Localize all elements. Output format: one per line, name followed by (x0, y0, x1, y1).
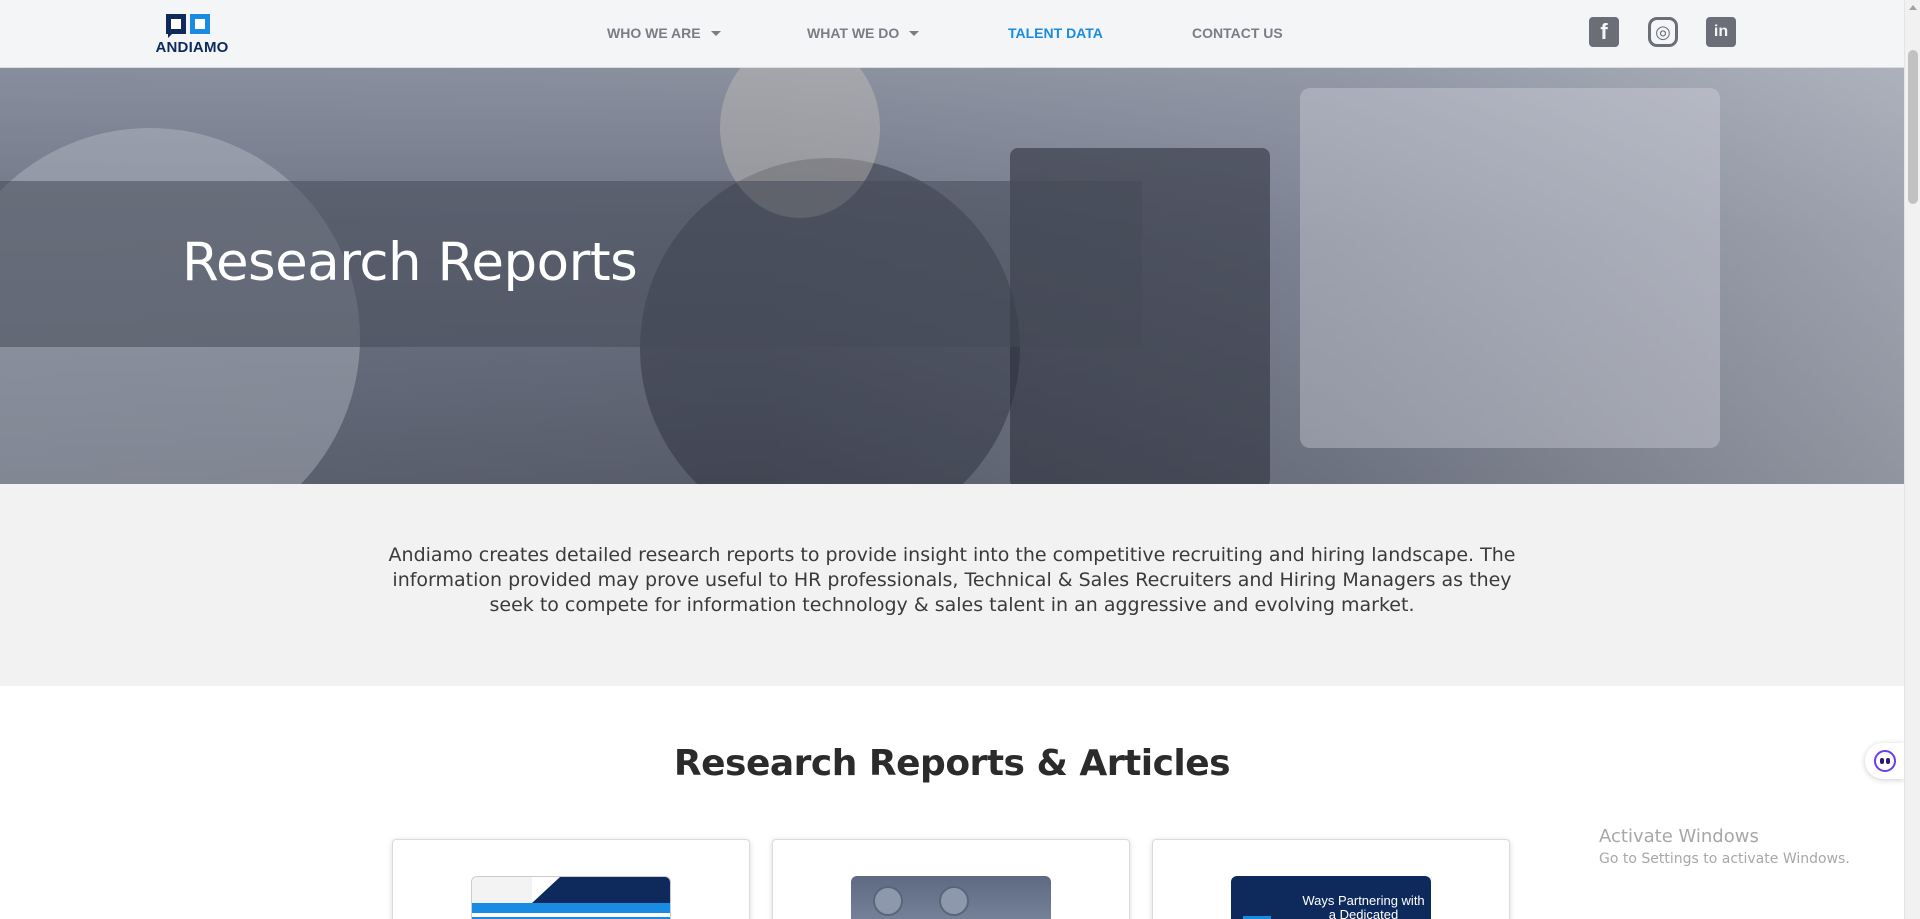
report-card[interactable] (392, 839, 750, 919)
chatbot-icon (1874, 750, 1896, 772)
page-title: Research Reports (182, 232, 638, 293)
nav-who-we-are[interactable]: WHO WE ARE (607, 25, 721, 41)
section-title: Research Reports & Articles (673, 743, 1231, 784)
intro-section: Andiamo creates detailed research report… (0, 484, 1904, 686)
report-thumbnail[interactable] (851, 876, 1051, 919)
intro-paragraph: Andiamo creates detailed research report… (388, 544, 1516, 616)
hero-banner: Research Reports (0, 68, 1904, 484)
scrollbar-thumb[interactable] (1908, 50, 1918, 204)
chevron-down-icon (710, 30, 721, 36)
logo-text: ANDIAMO (155, 39, 229, 56)
watermark-line1: Activate Windows (1599, 826, 1759, 847)
linkedin-icon[interactable]: in (1706, 17, 1736, 47)
report-card[interactable] (772, 839, 1130, 919)
nav-label: WHO WE ARE (607, 25, 701, 41)
scroll-up-arrow-icon[interactable] (1909, 5, 1917, 10)
nav-contact-us[interactable]: CONTACT US (1192, 25, 1283, 41)
watermark-line2: Go to Settings to activate Windows. (1599, 851, 1850, 867)
activate-windows-watermark: Activate Windows Go to Settings to activ… (1599, 826, 1850, 867)
logo-mark-icon (166, 12, 212, 40)
site-header: ANDIAMO WHO WE ARE WHAT WE DO TALENT DAT… (0, 0, 1904, 68)
report-card[interactable]: Ways Partnering with a Dedicated (1152, 839, 1510, 919)
andiamo-logo[interactable]: ANDIAMO (150, 12, 234, 58)
nav-what-we-do[interactable]: WHAT WE DO (807, 25, 920, 41)
page-scrollbar[interactable] (1904, 0, 1920, 919)
chat-widget-button[interactable] (1865, 743, 1904, 779)
nav-label: WHAT WE DO (807, 25, 900, 41)
nav-talent-data[interactable]: TALENT DATA (1008, 25, 1103, 41)
report-thumbnail[interactable] (471, 876, 671, 919)
nav-label: TALENT DATA (1008, 25, 1103, 41)
thumbnail-caption: Ways Partnering with a Dedicated (1302, 893, 1425, 919)
nav-label: CONTACT US (1192, 25, 1283, 41)
facebook-icon[interactable]: f (1589, 17, 1619, 47)
reports-section: Research Reports & Articles Ways Partner… (0, 686, 1904, 919)
instagram-icon[interactable]: ◎ (1648, 17, 1678, 47)
chevron-down-icon (909, 30, 920, 36)
hero-photo-background (1300, 88, 1720, 448)
report-thumbnail[interactable]: Ways Partnering with a Dedicated (1231, 876, 1431, 919)
